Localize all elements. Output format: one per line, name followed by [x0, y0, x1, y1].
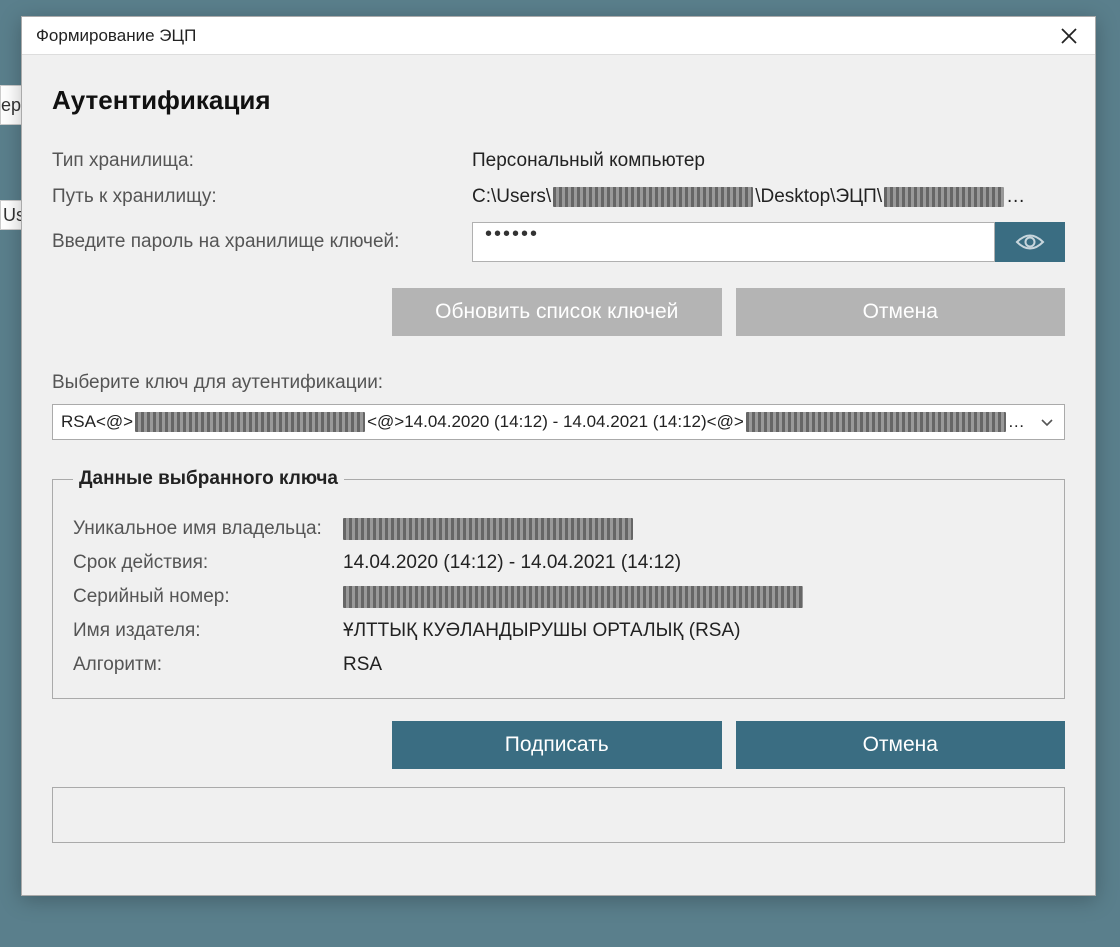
redacted-text	[746, 412, 1006, 432]
key-option-suffix: …	[1008, 412, 1025, 432]
redacted-text	[135, 412, 365, 432]
algorithm-value: RSA	[343, 654, 382, 676]
storage-type-label: Тип хранилища:	[52, 150, 472, 172]
path-suffix: …	[1006, 186, 1025, 208]
chevron-down-icon	[1040, 412, 1054, 432]
serial-label: Серийный номер:	[73, 586, 343, 608]
storage-path-row: Путь к хранилищу: C:\Users\ \Desktop\ЭЦП…	[52, 186, 1065, 208]
key-action-row: Обновить список ключей Отмена	[52, 288, 1065, 336]
redacted-text	[343, 586, 803, 608]
key-data-group: Данные выбранного ключа Уникальное имя в…	[52, 468, 1065, 699]
owner-label: Уникальное имя владельца:	[73, 518, 343, 540]
dialog-heading: Аутентификация	[52, 85, 1065, 116]
algorithm-label: Алгоритм:	[73, 654, 343, 676]
cancel-button[interactable]: Отмена	[736, 721, 1066, 769]
validity-label: Срок действия:	[73, 552, 343, 574]
toggle-password-button[interactable]	[995, 222, 1065, 262]
cancel-keys-button[interactable]: Отмена	[736, 288, 1066, 336]
password-label: Введите пароль на хранилище ключей:	[52, 231, 472, 253]
storage-path-value: C:\Users\ \Desktop\ЭЦП\ …	[472, 186, 1065, 208]
validity-value: 14.04.2020 (14:12) - 14.04.2021 (14:12)	[343, 552, 681, 574]
eye-icon	[1015, 231, 1045, 253]
dialog-content: Аутентификация Тип хранилища: Персональн…	[22, 55, 1095, 863]
path-prefix: C:\Users\	[472, 186, 551, 208]
redacted-text	[553, 187, 753, 207]
redacted-text	[884, 187, 1004, 207]
dialog-titlebar: Формирование ЭЦП	[22, 17, 1095, 55]
status-area	[52, 787, 1065, 843]
dialog-title: Формирование ЭЦП	[36, 26, 196, 46]
owner-value	[343, 518, 633, 540]
issuer-value: ҰЛТТЫҚ КУӘЛАНДЫРУШЫ ОРТАЛЫҚ (RSA)	[343, 620, 740, 642]
select-key-label: Выберите ключ для аутентификации:	[52, 372, 1065, 394]
key-option-dates: <@>14.04.2020 (14:12) - 14.04.2021 (14:1…	[367, 412, 744, 432]
refresh-keys-button[interactable]: Обновить список ключей	[392, 288, 722, 336]
close-icon	[1060, 27, 1078, 45]
dialog-action-row: Подписать Отмена	[52, 721, 1065, 769]
storage-path-label: Путь к хранилищу:	[52, 186, 472, 208]
key-data-legend: Данные выбранного ключа	[73, 468, 344, 490]
serial-value	[343, 586, 803, 608]
key-dropdown[interactable]: RSA<@> <@>14.04.2020 (14:12) - 14.04.202…	[52, 404, 1065, 440]
sign-button[interactable]: Подписать	[392, 721, 722, 769]
redacted-text	[343, 518, 633, 540]
close-button[interactable]	[1055, 22, 1083, 50]
issuer-label: Имя издателя:	[73, 620, 343, 642]
storage-type-value: Персональный компьютер	[472, 150, 1065, 172]
key-option-prefix: RSA<@>	[61, 412, 133, 432]
password-row: Введите пароль на хранилище ключей: ••••…	[52, 222, 1065, 262]
password-input[interactable]: ••••••	[472, 222, 995, 262]
storage-type-row: Тип хранилища: Персональный компьютер	[52, 150, 1065, 172]
signature-dialog: Формирование ЭЦП Аутентификация Тип хран…	[21, 16, 1096, 896]
path-mid: \Desktop\ЭЦП\	[755, 186, 882, 208]
